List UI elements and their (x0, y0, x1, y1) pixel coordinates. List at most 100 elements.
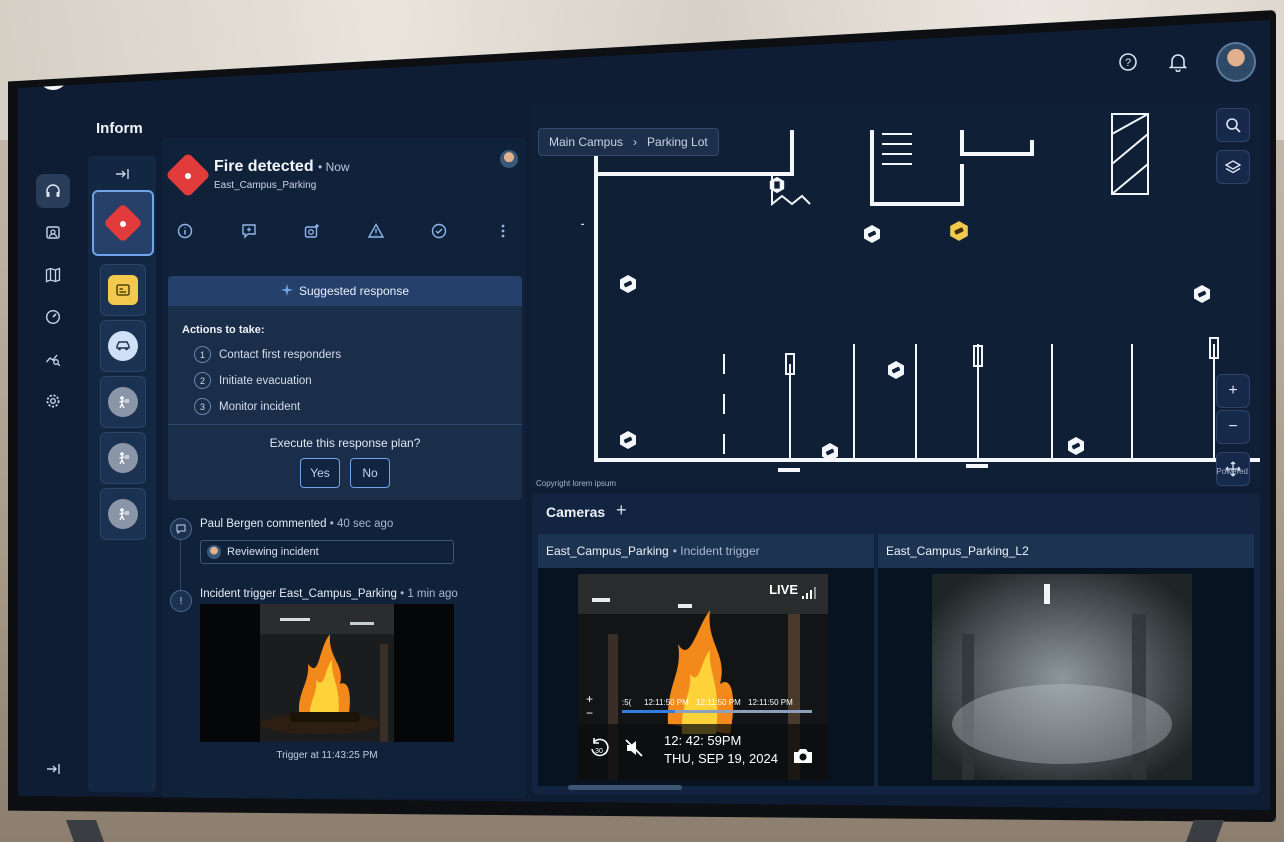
camera-pin[interactable] (618, 430, 638, 455)
no-button[interactable]: No (350, 458, 390, 488)
scrubber-label: 12:11:50 PM (644, 698, 689, 707)
add-camera-button[interactable]: + (616, 500, 627, 521)
camera-pin[interactable] (862, 224, 882, 249)
incident-strip: ● (88, 156, 156, 792)
monitor-stand-right (1185, 820, 1225, 842)
trigger-snapshot[interactable] (200, 604, 454, 742)
incident-item-person-3[interactable] (100, 488, 146, 540)
incident-title: Fire detected (214, 158, 314, 175)
incident-detail-panel: ● Fire detected • Now East_Campus_Parkin… (162, 138, 526, 798)
step-item: 1 Contact first responders (194, 346, 341, 363)
camera-tile-2[interactable]: East_Campus_Parking_L2 (878, 534, 1254, 786)
map-icon[interactable] (36, 258, 70, 292)
camera-pin[interactable] (820, 442, 840, 467)
step-number: 1 (194, 346, 211, 363)
monitor-stand-left (65, 820, 105, 842)
analytics-search-icon[interactable] (36, 342, 70, 376)
add-comment-icon[interactable] (238, 220, 260, 242)
video-clock: 12: 42: 59PM THU, SEP 19, 2024 (664, 732, 778, 768)
camera-tile-header: East_Campus_Parking • Incident trigger (538, 534, 874, 568)
app-screen: ? M Inform (18, 20, 1270, 810)
fire-icon: ● (165, 151, 211, 198)
snapshot-camera-icon[interactable] (792, 747, 814, 770)
camera-pin[interactable] (1192, 284, 1212, 309)
comment-box: Reviewing incident (200, 540, 454, 564)
strip-collapse-icon[interactable] (114, 166, 130, 187)
door-marker[interactable] (768, 176, 786, 199)
incident-item-person-1[interactable] (100, 376, 146, 428)
map-copyright: Copyright lorem ipsum (536, 479, 617, 488)
camera-video-live[interactable]: LIVE :5( 12:11:50 PM 12:11:50 PM 12:11:5… (578, 574, 828, 780)
video-zoom-controls[interactable]: + − (586, 692, 593, 720)
camera-video[interactable] (932, 574, 1192, 780)
camera-tile-header: East_Campus_Parking_L2 (878, 534, 1254, 568)
camera-tile-1[interactable]: East_Campus_Parking • Incident trigger L… (538, 534, 874, 790)
execute-prompt: Execute this response plan? (269, 436, 421, 450)
map-powered: Powered (1216, 467, 1248, 476)
incident-item-person-2[interactable] (100, 432, 146, 484)
floorplan-drawing: ⁃ (580, 113, 1260, 472)
suggested-response-header: Suggested response (168, 276, 522, 306)
collapse-right-icon[interactable] (36, 752, 70, 786)
add-camera-icon[interactable] (301, 220, 323, 242)
person-alert-icon (108, 499, 138, 529)
trigger-name: Incident trigger East_Campus_Parking (200, 588, 397, 600)
signal-icon (802, 586, 816, 604)
search-icon[interactable] (1216, 108, 1250, 142)
info-icon[interactable] (174, 220, 196, 242)
camera-pin-alert[interactable] (948, 220, 970, 247)
car-icon (108, 331, 138, 361)
video-date: THU, SEP 19, 2024 (664, 751, 778, 766)
alert-circle-icon: ! (170, 590, 192, 612)
breadcrumb: Main Campus › Parking Lot (538, 128, 719, 156)
floorplan-map[interactable]: ⁃ Main Campus › Parking Lot + − Copyrigh… (532, 104, 1260, 490)
sparkle-icon (280, 283, 293, 299)
more-vertical-icon[interactable] (492, 220, 514, 242)
step-label: Initiate evacuation (219, 374, 312, 387)
suggested-response-card: Suggested response Actions to take: 1 Co… (168, 276, 522, 500)
step-item: 2 Initiate evacuation (194, 372, 312, 389)
video-time: 12: 42: 59PM (664, 733, 742, 748)
yes-button[interactable]: Yes (300, 458, 340, 488)
rewind-label: 30 (595, 748, 603, 755)
scrubber-progress (622, 710, 676, 713)
zoom-out-button[interactable]: − (1216, 410, 1250, 444)
camera-pin[interactable] (1066, 436, 1086, 461)
camera-name: East_Campus_Parking_L2 (886, 544, 1029, 558)
person-badge-icon[interactable] (36, 216, 70, 250)
trigger-caption: Trigger at 11:43:25 PM (276, 750, 378, 761)
assignee-avatar[interactable] (500, 150, 518, 168)
svg-text:⁃: ⁃ (580, 220, 585, 231)
incident-item-vehicle[interactable] (100, 320, 146, 372)
check-circle-icon[interactable] (428, 220, 450, 242)
app-title: Inform (96, 120, 143, 137)
suggested-response-title: Suggested response (298, 284, 410, 298)
incident-item-fire[interactable]: ● (92, 190, 154, 256)
bell-icon[interactable] (1166, 50, 1190, 74)
chevron-right-icon: › (633, 135, 638, 149)
headset-icon[interactable] (36, 174, 70, 208)
id-card-icon (108, 275, 138, 305)
scrubber-label: 12:11:50 PM (748, 698, 793, 707)
timeline-scrubber[interactable]: :5( 12:11:50 PM 12:11:50 PM 12:11:50 PM (622, 698, 812, 716)
user-avatar[interactable] (1216, 42, 1256, 82)
breadcrumb-current[interactable]: Parking Lot (647, 135, 708, 149)
rewind-30-icon[interactable]: 30 (588, 737, 610, 764)
cameras-scrollbar[interactable] (568, 785, 682, 790)
scrubber-label: :5( (622, 698, 632, 707)
top-toolbar: ? (1116, 42, 1256, 82)
zoom-in-button[interactable]: + (1216, 374, 1250, 408)
breadcrumb-root[interactable]: Main Campus (549, 135, 623, 149)
comment-text: Reviewing incident (227, 546, 319, 558)
gauge-icon[interactable] (36, 300, 70, 334)
mute-icon[interactable] (624, 738, 644, 763)
layers-icon[interactable] (1216, 150, 1250, 184)
incident-header: ● Fire detected • Now East_Campus_Parkin… (165, 151, 350, 198)
step-label: Contact first responders (219, 348, 342, 361)
gear-icon[interactable] (36, 384, 70, 418)
camera-pin[interactable] (618, 274, 638, 299)
camera-pin[interactable] (886, 360, 906, 385)
help-circle-icon[interactable]: ? (1116, 50, 1140, 74)
warning-icon[interactable] (365, 220, 387, 242)
incident-item-badge[interactable] (100, 264, 146, 316)
